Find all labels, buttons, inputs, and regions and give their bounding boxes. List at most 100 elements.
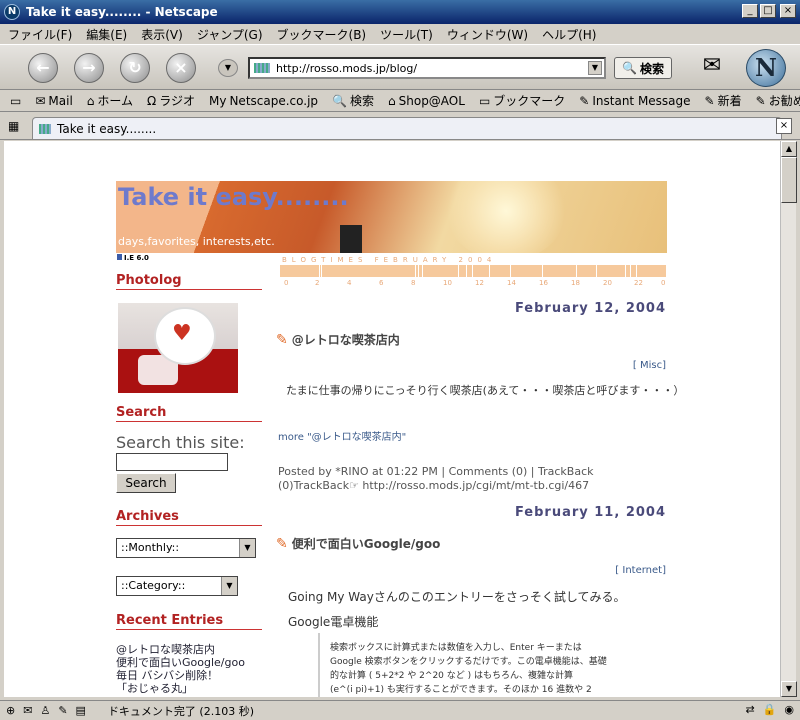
posted-by-line[interactable]: Posted by *RINO at 01:22 PM | Comments (… [278, 465, 593, 479]
status-text: ドキュメント完了 (2.103 秒) [107, 704, 255, 718]
post-body-subhead: Google電卓機能 [288, 615, 379, 629]
scroll-thumb[interactable] [781, 157, 797, 203]
monthly-select[interactable]: ::Monthly:: ▼ [116, 538, 256, 558]
post-title[interactable]: ✎ @レトロな喫茶店内 [276, 331, 400, 348]
link-icon: ✎ [704, 93, 715, 108]
menu-help[interactable]: ヘルプ(H) [542, 26, 596, 43]
address-book-icon[interactable]: ▤ [76, 704, 86, 717]
url-bar[interactable]: http://rosso.mods.jp/blog/ ▼ [248, 57, 606, 79]
aim-icon[interactable]: ♙ [40, 704, 50, 717]
quote-line: 的な計算 ( 5+2*2 や 2^20 など ) はもちろん、複雑な計算 [330, 671, 573, 681]
menu-bookmarks[interactable]: ブックマーク(B) [277, 26, 367, 43]
blogtimes-bar [280, 265, 666, 277]
blogtimes-tick [542, 265, 543, 277]
blogtimes-axis-label: 22 [634, 279, 643, 287]
forward-button[interactable]: → [74, 53, 104, 83]
tab-bar: ▦ Take it easy........ × [0, 114, 800, 140]
recent-entries-list: @レトロな喫茶店内 便利で面白いGoogle/goo 毎日 バシバシ削除！ 「お… [116, 643, 245, 695]
minimize-button[interactable]: _ [742, 4, 758, 18]
ceiling-light [446, 181, 566, 253]
mail-icon[interactable]: ✉ [694, 53, 730, 81]
home-tab-button[interactable]: ▭ [10, 94, 21, 108]
recent-entry-link[interactable]: @レトロな喫茶店内 [116, 643, 245, 656]
menu-go[interactable]: ジャンプ(G) [197, 26, 263, 43]
post-body: Going My Wayさんのこのエントリーをさっそく試してみる。 [288, 590, 626, 604]
recent-entry-link[interactable]: 便利で面白いGoogle/goo [116, 656, 245, 669]
blogtimes-axis-label: 18 [571, 279, 580, 287]
personal-item-instant-message[interactable]: ✎ Instant Message [579, 94, 690, 108]
blogtimes-axis-label: 2 [315, 279, 320, 287]
menu-window[interactable]: ウィンドウ(W) [447, 26, 528, 43]
menu-view[interactable]: 表示(V) [141, 26, 183, 43]
search-submit-button[interactable]: Search [116, 473, 176, 493]
quote-line: (e^(i pi)+1) も実行することができます。そのほか 16 進数や 2 [330, 685, 592, 695]
personal-item-new[interactable]: ✎ 新着 [705, 92, 742, 109]
trackback-line[interactable]: (0)TrackBack☞ http://rosso.mods.jp/cgi/m… [278, 479, 593, 493]
personal-item-radio[interactable]: Ω ラジオ [147, 92, 195, 109]
lock-icon[interactable]: 🔒 [763, 703, 777, 716]
personal-item-search[interactable]: 🔍 検索 [332, 92, 374, 109]
photolog-image[interactable]: ♥ [118, 303, 238, 393]
close-tab-button[interactable]: × [776, 118, 792, 134]
url-history-button[interactable]: ▼ [218, 59, 238, 77]
photo-plate: ♥ [154, 307, 216, 365]
close-button[interactable]: × [780, 4, 796, 18]
scroll-down-button[interactable]: ▼ [781, 681, 797, 697]
online-icon[interactable]: ⇄ [745, 703, 754, 716]
menu-file[interactable]: ファイル(F) [8, 26, 72, 43]
menu-edit[interactable]: 編集(E) [86, 26, 127, 43]
url-dropdown-button[interactable]: ▼ [588, 61, 602, 75]
popup-icon[interactable]: ◉ [784, 703, 794, 716]
heart-icon: ♥ [172, 321, 192, 346]
blogtimes-axis-label: 20 [603, 279, 612, 287]
personal-item-home[interactable]: ⌂ ホーム [87, 92, 133, 109]
personal-item-shop[interactable]: ⌂ Shop@AOL [388, 94, 465, 108]
blogtimes-tick [418, 265, 419, 277]
netscape-app-icon[interactable]: N [4, 4, 20, 20]
post-category[interactable]: [ Misc] [280, 360, 666, 371]
personal-item-mail[interactable]: ✉ Mail [35, 94, 72, 108]
more-link[interactable]: more "@レトロな喫茶店内" [278, 428, 406, 443]
search-input[interactable] [116, 453, 228, 471]
search-button[interactable]: 🔍 検索 [614, 57, 672, 79]
my-icon: My [208, 93, 227, 108]
search-site-label: Search this site: [116, 433, 245, 452]
scroll-up-button[interactable]: ▲ [781, 141, 797, 157]
status-bar: ⊕ ✉ ♙ ✎ ▤ ドキュメント完了 (2.103 秒) ⇄ 🔒 ◉ [0, 700, 800, 720]
ie-badge-icon [117, 254, 122, 260]
mail-icon[interactable]: ✉ [23, 704, 32, 717]
security-icon[interactable]: ⊕ [6, 704, 15, 717]
personal-item-netscape[interactable]: My Netscape.co.jp [209, 94, 318, 108]
category-select[interactable]: ::Category:: ▼ [116, 576, 238, 596]
window-controls: _ □ × [742, 4, 796, 18]
blogtimes-tick [510, 265, 511, 277]
tab-take-it-easy[interactable]: Take it easy........ [32, 117, 782, 139]
forward-arrow-icon: → [82, 58, 96, 77]
composer-icon[interactable]: ✎ [58, 704, 67, 717]
blogtimes-axis-label: 4 [347, 279, 352, 287]
photolog-heading: Photolog [116, 273, 262, 290]
maximize-button[interactable]: □ [760, 4, 776, 18]
netscape-logo[interactable]: N [746, 49, 786, 87]
blog-banner[interactable]: Take it easy........ days,favorites, int… [116, 181, 667, 253]
personal-item-recommend[interactable]: ✎ お勧め [756, 92, 800, 109]
stop-icon: × [174, 58, 188, 77]
recent-entries-heading: Recent Entries [116, 613, 262, 630]
post-category[interactable]: [ Internet] [280, 565, 666, 576]
status-right-icons: ⇄ 🔒 ◉ [745, 703, 794, 716]
personal-item-bookmarks[interactable]: ▭ ブックマーク [479, 92, 565, 109]
back-button[interactable]: ← [28, 53, 58, 83]
reload-button[interactable]: ↻ [120, 53, 150, 83]
stop-button[interactable]: × [166, 53, 196, 83]
ie-note: I.E 6.0 [117, 254, 149, 262]
post-title[interactable]: ✎ 便利で面白いGoogle/goo [276, 535, 440, 552]
window-title: Take it easy........ - Netscape [26, 5, 218, 19]
new-tab-icon[interactable]: ▦ [8, 119, 24, 135]
menu-tools[interactable]: ツール(T) [380, 26, 433, 43]
quote-line: 検索ボックスに計算式または数値を入力し、Enter キーまたは [330, 643, 582, 653]
blogtimes-tick [466, 265, 467, 277]
blogtimes-tick [630, 265, 631, 277]
recent-entry-link[interactable]: 「おじゃる丸」 [116, 682, 245, 695]
vertical-scrollbar[interactable]: ▲ ▼ [780, 141, 797, 697]
recent-entry-link[interactable]: 毎日 バシバシ削除！ [116, 669, 245, 682]
